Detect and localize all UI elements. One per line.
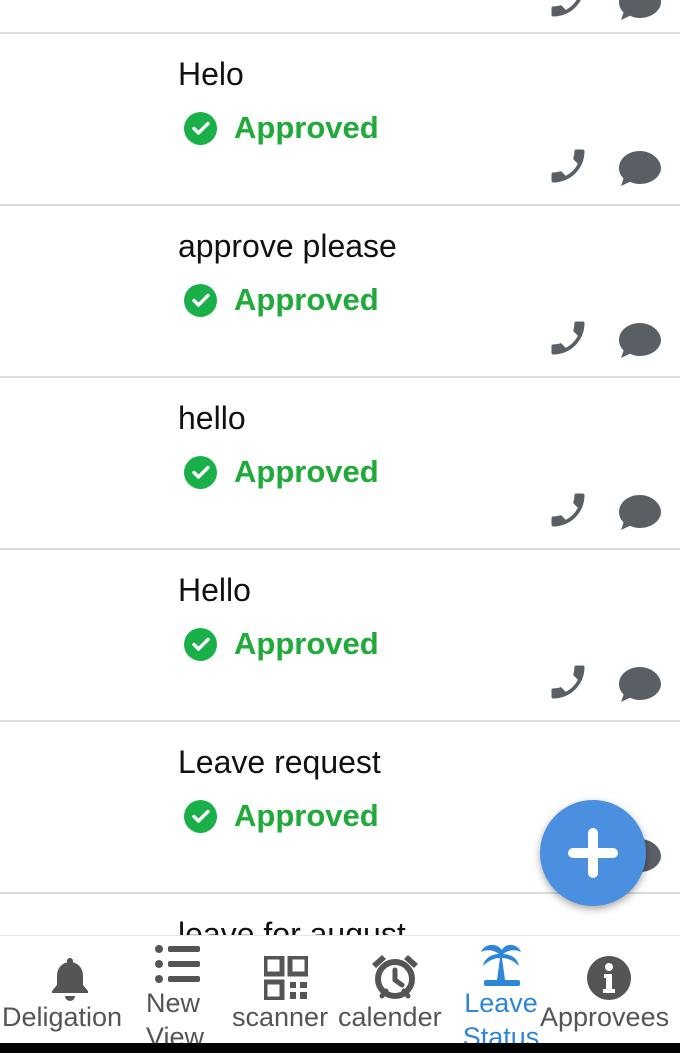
info-icon bbox=[587, 956, 631, 1000]
phone-icon[interactable] bbox=[546, 488, 590, 532]
chat-icon[interactable] bbox=[617, 664, 663, 704]
check-circle-icon bbox=[184, 799, 217, 833]
palm-tree-icon bbox=[481, 944, 521, 986]
status-text: Approved bbox=[234, 282, 379, 317]
status-text: Approved bbox=[234, 798, 379, 833]
status-badge: Approved bbox=[184, 626, 379, 662]
system-gesture-bar bbox=[0, 1043, 680, 1053]
leave-title: leave for august bbox=[178, 916, 406, 935]
leave-title: hello bbox=[178, 400, 246, 436]
alarm-clock-icon bbox=[372, 955, 418, 999]
leave-title: Hello bbox=[178, 572, 251, 608]
status-badge: Approved bbox=[184, 110, 379, 146]
check-circle-icon bbox=[184, 283, 217, 317]
nav-item-approvees[interactable]: Approvees bbox=[540, 936, 680, 1044]
plus-icon bbox=[568, 828, 618, 878]
list-item[interactable]: approve please Approved bbox=[0, 206, 680, 378]
leave-title: approve please bbox=[178, 228, 397, 264]
add-leave-button[interactable] bbox=[540, 800, 646, 906]
phone-icon[interactable] bbox=[546, 660, 590, 704]
list-icon bbox=[155, 945, 200, 983]
nav-item-deligation[interactable]: Deligation bbox=[0, 936, 140, 1044]
status-badge: Approved bbox=[184, 454, 379, 490]
list-item[interactable]: hello Approved bbox=[0, 378, 680, 550]
nav-label: scanner bbox=[232, 1002, 329, 1032]
nav-item-calender[interactable]: calender bbox=[338, 936, 456, 1044]
chat-icon[interactable] bbox=[617, 492, 663, 532]
check-circle-icon bbox=[184, 455, 217, 489]
status-text: Approved bbox=[234, 454, 379, 489]
nav-item-leave-status[interactable]: Leave Status bbox=[456, 936, 546, 1052]
phone-icon[interactable] bbox=[546, 0, 590, 22]
phone-icon[interactable] bbox=[546, 144, 590, 188]
bottom-navigation: Deligation New View scanner calender Lea… bbox=[0, 935, 680, 1052]
leave-title: Leave request bbox=[178, 744, 381, 780]
list-item[interactable]: Helo Approved bbox=[0, 34, 680, 206]
list-item[interactable]: Hello Approved bbox=[0, 550, 680, 722]
nav-label: Approvees bbox=[540, 1002, 670, 1032]
check-circle-icon bbox=[184, 627, 217, 661]
chat-icon[interactable] bbox=[617, 320, 663, 360]
nav-label: calender bbox=[338, 1002, 442, 1032]
chat-icon[interactable] bbox=[617, 148, 663, 188]
list-item-partial[interactable] bbox=[0, 0, 680, 34]
status-badge: Approved bbox=[184, 282, 379, 318]
nav-item-scanner[interactable]: scanner bbox=[228, 936, 338, 1044]
leave-list: Helo Approved approve please Approved he… bbox=[0, 0, 680, 935]
status-badge: Approved bbox=[184, 798, 379, 834]
phone-icon[interactable] bbox=[546, 316, 590, 360]
chat-icon[interactable] bbox=[617, 0, 663, 22]
qr-code-icon bbox=[264, 956, 308, 1000]
status-text: Approved bbox=[234, 110, 379, 145]
leave-title: Helo bbox=[178, 56, 244, 92]
nav-item-new-view[interactable]: New View bbox=[140, 936, 228, 1052]
check-circle-icon bbox=[184, 111, 217, 145]
nav-label: Deligation bbox=[2, 1002, 123, 1032]
bell-icon bbox=[52, 958, 88, 1001]
status-text: Approved bbox=[234, 626, 379, 661]
